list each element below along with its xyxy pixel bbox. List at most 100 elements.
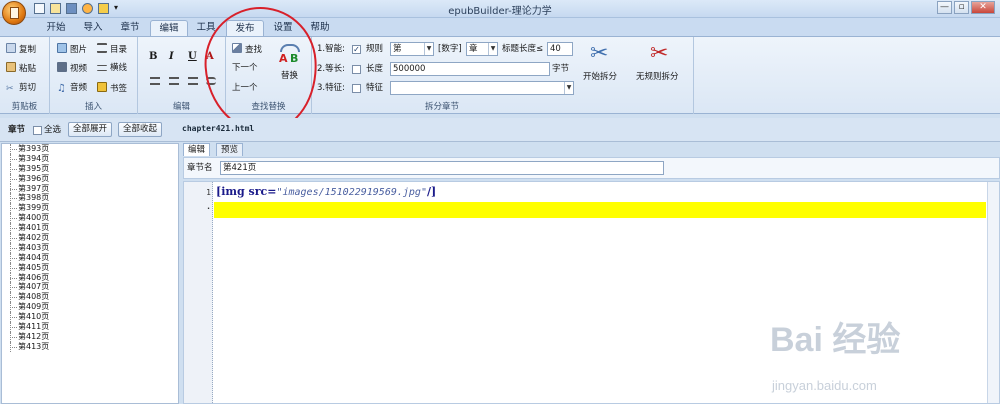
expand-all-button[interactable]: 全部展开	[68, 122, 113, 137]
code-line[interactable]: [img src="images/151022919569.jpg"/]	[216, 185, 436, 198]
no-rule-split-button[interactable]: 无规则拆分	[636, 71, 679, 83]
video-icon	[57, 62, 67, 72]
align-right-icon[interactable]	[188, 77, 198, 85]
tab-edit[interactable]: 编辑	[150, 20, 188, 36]
length-input[interactable]: 500000	[390, 62, 550, 76]
tree-item[interactable]: 第398页	[2, 193, 178, 204]
tab-import[interactable]: 导入	[76, 20, 110, 36]
insert-audio-label: 音频	[70, 83, 88, 93]
tree-item[interactable]: 第410页	[2, 312, 178, 322]
tree-item[interactable]: 第393页	[2, 144, 178, 154]
tree-item[interactable]: 第399页	[2, 203, 178, 214]
app-menu-button[interactable]	[2, 1, 26, 25]
collapse-all-button[interactable]: 全部收起	[118, 122, 163, 137]
tree-item[interactable]: 第413页	[2, 341, 178, 352]
tab-publish[interactable]: 发布	[226, 20, 264, 36]
font-color-button[interactable]: A	[206, 51, 214, 62]
start-split-button[interactable]: 开始拆分	[583, 71, 617, 83]
chapter-name-input[interactable]: 第421页	[220, 161, 664, 175]
title-length-input[interactable]: 40	[547, 42, 573, 56]
length-checkbox[interactable]	[352, 65, 361, 74]
chapter-suffix-select[interactable]: 章 ▼	[466, 42, 498, 56]
minimize-button[interactable]: —	[937, 1, 952, 14]
tab-help[interactable]: 帮助	[304, 20, 336, 36]
feature-split-label: 3.特征:	[317, 83, 345, 93]
tree-item[interactable]: 第397页	[2, 183, 178, 194]
tab-preview[interactable]: 预览	[216, 143, 244, 156]
insert-toc-button[interactable]: 目录	[97, 43, 127, 56]
copy-button[interactable]: 复制	[6, 43, 36, 56]
split-chapter-group: 1.智能: ✓ 规则 第 ▼ [数字] 章 ▼ 标题长度≤ 40 2.等长: 长度 …	[312, 37, 694, 114]
underline-button[interactable]: U	[188, 51, 197, 62]
tab-settings[interactable]: 设置	[266, 20, 300, 36]
length-label: 长度	[366, 64, 384, 74]
feature-label: 特征	[366, 83, 384, 93]
find-next-button[interactable]: 下一个	[232, 62, 258, 74]
tree-item[interactable]: 第409页	[2, 302, 178, 313]
paste-button[interactable]: 粘贴	[6, 62, 36, 75]
tree-item[interactable]: 第412页	[2, 331, 178, 342]
close-button[interactable]: ✕	[971, 1, 995, 14]
replace-button[interactable]: 替换	[281, 70, 298, 82]
paste-label: 粘贴	[19, 64, 37, 74]
image-icon	[57, 43, 67, 53]
tree-item[interactable]: 第400页	[2, 213, 178, 224]
toc-icon	[97, 43, 107, 53]
rule-prefix-select[interactable]: 第 ▼	[390, 42, 434, 56]
insert-hline-label: 横线	[110, 63, 128, 73]
find-prev-button[interactable]: 上一个	[232, 82, 258, 94]
link-icon[interactable]	[206, 77, 216, 85]
find-button[interactable]: 查找	[232, 43, 262, 56]
chapter-list-title: 章节	[8, 125, 26, 135]
tree-item[interactable]: 第402页	[2, 233, 178, 243]
tab-start[interactable]: 开始	[38, 20, 74, 36]
italic-button[interactable]: I	[169, 51, 174, 62]
rule-checkbox[interactable]: ✓	[352, 45, 361, 54]
edit-group-label: 编辑	[172, 102, 190, 112]
free-split-scissors-icon[interactable]: ✂	[650, 41, 668, 66]
tree-item[interactable]: 第408页	[2, 292, 178, 303]
clipboard-group: 复制 粘贴 ✂ 剪切 剪贴板	[0, 37, 50, 114]
rule-label: 规则	[366, 44, 384, 54]
bold-button[interactable]: B	[149, 51, 157, 62]
insert-audio-button[interactable]: ♫ 音频	[57, 82, 87, 94]
code-tag-close: /]	[426, 185, 437, 198]
insert-image-button[interactable]: 图片	[57, 43, 87, 56]
restore-button[interactable]: ▫	[954, 1, 969, 14]
tree-item[interactable]: 第403页	[2, 242, 178, 253]
tree-item[interactable]: 第404页	[2, 252, 178, 263]
feature-select[interactable]: ▼	[390, 81, 574, 95]
insert-bookmark-button[interactable]: 书签	[97, 82, 127, 95]
rule-prefix-value: 第	[393, 44, 402, 54]
current-line-highlight	[214, 202, 986, 218]
tree-item[interactable]: 第407页	[2, 282, 178, 293]
find-replace-group: 查找 下一个 上一个 A B 替换 查找替换	[226, 37, 312, 114]
chapter-suffix-value: 章	[469, 44, 478, 54]
line-number: 1	[206, 188, 211, 197]
tab-tools[interactable]: 工具	[190, 20, 222, 36]
tree-item[interactable]: 第395页	[2, 163, 178, 174]
tree-item[interactable]: 第394页	[2, 153, 178, 164]
align-center-icon[interactable]	[169, 77, 179, 85]
feature-checkbox[interactable]	[352, 84, 361, 93]
tab-chapter[interactable]: 章节	[112, 20, 148, 36]
document-header: chapter421.html	[180, 118, 1000, 142]
tree-item[interactable]: 第411页	[2, 322, 178, 332]
insert-hline-button[interactable]: 横线	[97, 62, 127, 74]
insert-bookmark-label: 书签	[110, 84, 128, 94]
split-scissors-icon[interactable]: ✂	[590, 41, 608, 66]
tree-item[interactable]: 第401页	[2, 223, 178, 233]
insert-video-label: 视频	[70, 64, 88, 74]
editor-tabs: 编辑 预览	[180, 142, 1000, 156]
cut-button[interactable]: ✂ 剪切	[6, 82, 36, 94]
tab-editor[interactable]: 编辑	[183, 143, 211, 156]
insert-video-button[interactable]: 视频	[57, 62, 87, 75]
insert-group-label: 插入	[84, 102, 102, 112]
tree-item[interactable]: 第406页	[2, 272, 178, 283]
tree-item[interactable]: 第405页	[2, 262, 178, 273]
tree-item[interactable]: 第396页	[2, 173, 178, 184]
replace-icon[interactable]: A B	[277, 44, 303, 66]
select-all-checkbox[interactable]	[33, 126, 42, 135]
align-left-icon[interactable]	[150, 77, 160, 85]
edit-group: B I U A 编辑	[138, 37, 226, 114]
